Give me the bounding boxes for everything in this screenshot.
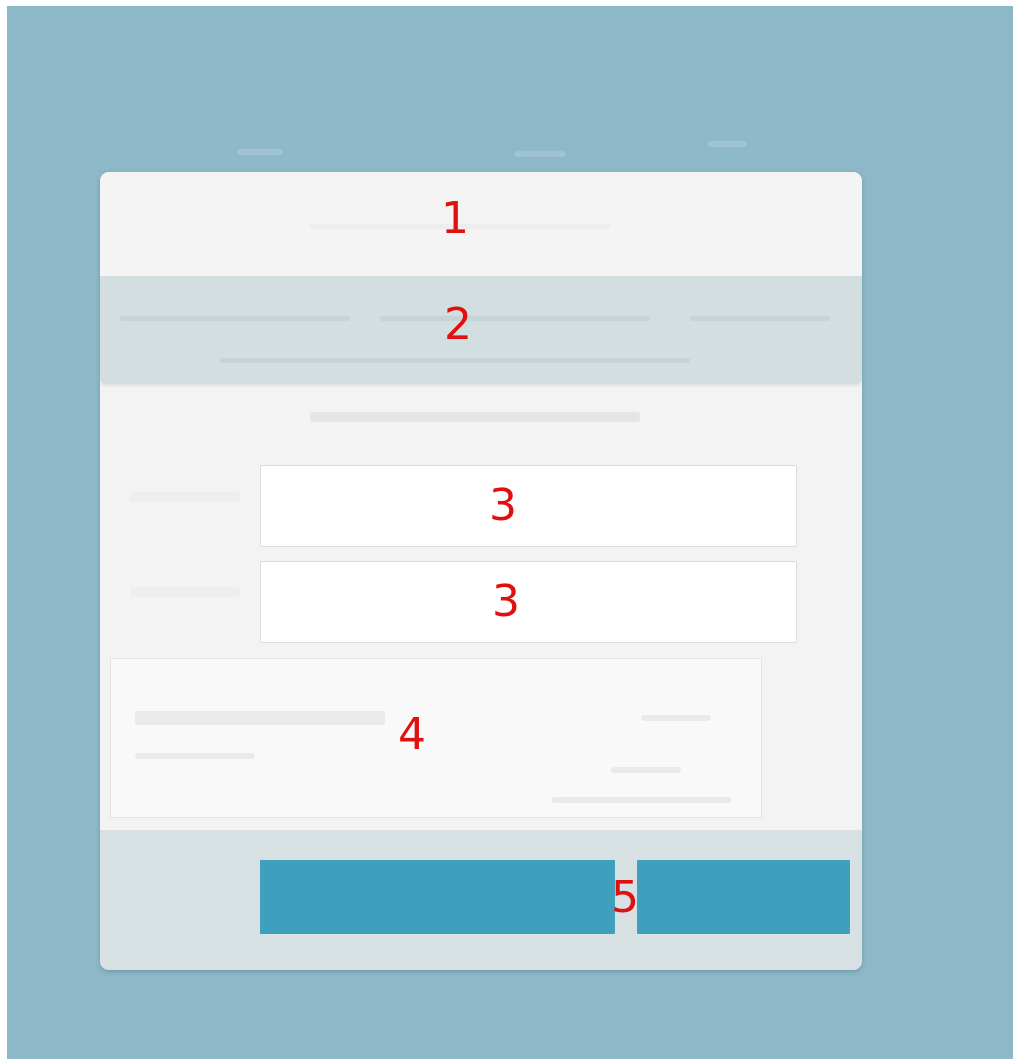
annotation-marker-banner: 2 <box>444 299 472 350</box>
annotation-marker-field-one: 3 <box>489 480 517 531</box>
primary-button[interactable] <box>260 860 615 934</box>
secondary-button[interactable] <box>637 860 850 934</box>
banner-text <box>120 316 350 321</box>
banner-text <box>380 316 650 321</box>
field-one-input[interactable] <box>260 465 797 547</box>
notice-text <box>135 753 255 759</box>
background-text <box>237 149 283 155</box>
banner-text <box>220 358 690 363</box>
annotation-marker-buttons: 5 <box>611 872 639 923</box>
background-text <box>707 141 747 147</box>
notice-text <box>611 767 681 773</box>
banner-text <box>690 316 830 321</box>
dialog-header <box>100 172 862 276</box>
dialog-banner <box>100 276 862 384</box>
annotation-marker-field-two: 3 <box>492 576 520 627</box>
notice-text <box>551 797 731 803</box>
notice-text <box>641 715 711 721</box>
field-two-input[interactable] <box>260 561 797 643</box>
field-one-label <box>130 492 240 502</box>
background-text <box>514 151 566 157</box>
field-two-label <box>130 587 240 597</box>
dialog-footer <box>100 830 862 970</box>
dialog <box>100 172 862 970</box>
notice-panel <box>110 658 762 818</box>
notice-text <box>135 711 385 725</box>
annotation-marker-header: 1 <box>441 193 469 244</box>
form-instruction <box>310 412 640 422</box>
annotation-marker-notice: 4 <box>398 709 426 760</box>
